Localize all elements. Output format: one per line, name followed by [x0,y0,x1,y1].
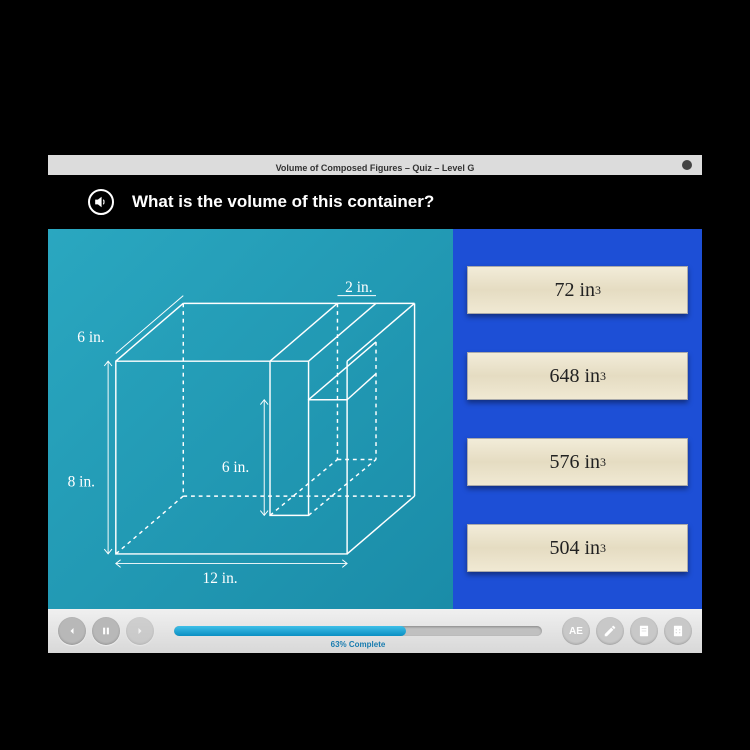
answers-panel: 72 in3 648 in3 576 in3 504 in3 [453,229,702,609]
notepad-icon[interactable] [630,617,658,645]
container-diagram: 6 in. 2 in. 8 in. 6 in. 12 in. [58,239,443,599]
speaker-icon[interactable] [88,189,114,215]
bottom-bar: 63% Complete AE [48,609,702,653]
lesson-title: Volume of Composed Figures – Quiz – Leve… [276,163,475,173]
progress-label: 63% Complete [331,640,386,649]
question-row: What is the volume of this container? [48,175,702,229]
progress-fill [174,626,406,636]
back-button[interactable] [58,617,86,645]
dim-height: 8 in. [68,473,95,490]
answer-option-2[interactable]: 648 in3 [467,352,688,400]
pencil-icon[interactable] [596,617,624,645]
calculator-icon[interactable] [664,617,692,645]
forward-button [126,617,154,645]
question-text: What is the volume of this container? [132,192,434,212]
dim-width: 12 in. [203,570,238,587]
dim-notch-width: 2 in. [345,279,372,296]
figure-panel: 6 in. 2 in. 8 in. 6 in. 12 in. [48,229,453,609]
language-icon[interactable]: AE [562,617,590,645]
answer-option-4[interactable]: 504 in3 [467,524,688,572]
answer-option-1[interactable]: 72 in3 [467,266,688,314]
progress-bar: 63% Complete [174,626,542,636]
title-bar: Volume of Composed Figures – Quiz – Leve… [48,155,702,175]
dim-depth: 6 in. [77,329,104,346]
close-icon[interactable] [682,160,692,170]
pause-button[interactable] [92,617,120,645]
dim-notch-height: 6 in. [222,459,249,476]
answer-option-3[interactable]: 576 in3 [467,438,688,486]
